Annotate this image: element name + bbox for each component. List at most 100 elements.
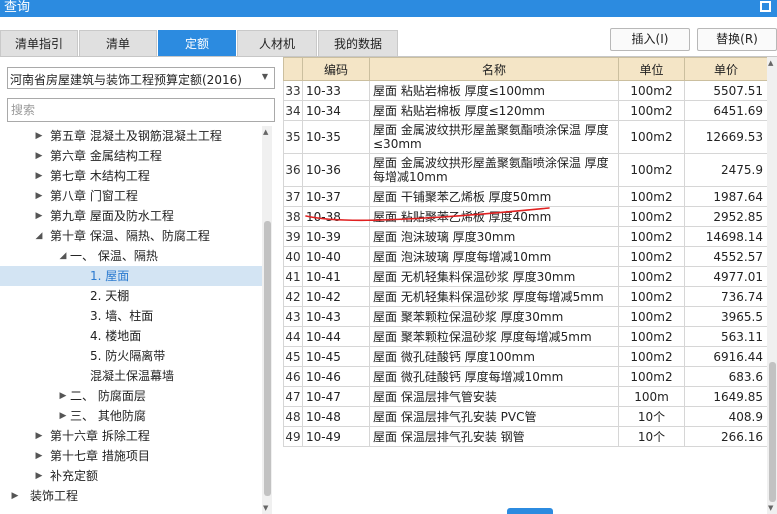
scroll-up-icon[interactable]: ▲ [263,127,268,137]
table-row[interactable]: 47 10-47 屋面 保温层排气管安装 100m 1649.85 [283,386,768,407]
tree-node-label: 一、 保温、隔热 [70,249,158,263]
expand-caret-icon[interactable]: ▶ [34,446,44,466]
name-cell: 屋面 保温层排气孔安装 PVC管 [369,406,619,427]
tree-node-label: 混凝土保温幕墙 [90,369,175,383]
table-row[interactable]: 45 10-45 屋面 微孔硅酸钙 厚度100mm 100m2 6916.44 [283,346,768,367]
tree-node[interactable]: ▶ 第十七章 措施项目 [0,446,262,466]
unit-cell: 100m2 [618,286,685,307]
tree-node[interactable]: 2. 天棚 [0,286,262,306]
table-row[interactable]: 38 10-38 屋面 粘贴聚苯乙烯板 厚度40mm 100m2 2952.85 [283,206,768,227]
tab-bill-guide[interactable]: 清单指引 [0,30,78,56]
replace-button[interactable]: 替换(R) [697,28,777,51]
tab-bill[interactable]: 清单 [79,30,157,56]
code-cell: 10-46 [302,366,370,387]
scroll-up-icon[interactable]: ▲ [768,58,773,68]
tree-node[interactable]: 混凝土保温幕墙 [0,366,262,386]
tab-labor-material-machine[interactable]: 人材机 [237,30,317,56]
tree-node[interactable]: ▶ 补充定额 [0,466,262,486]
tree-node[interactable]: 4. 楼地面 [0,326,262,346]
collapse-caret-icon[interactable]: ◢ [58,246,68,266]
name-cell: 屋面 干铺聚苯乙烯板 厚度50mm [369,186,619,207]
search-input[interactable] [8,99,274,121]
quota-library-select[interactable]: 河南省房屋建筑与装饰工程预算定额(2016) ▼ [7,67,275,89]
table-row[interactable]: 44 10-44 屋面 聚苯颗粒保温砂浆 厚度每增减5mm 100m2 563.11 [283,326,768,347]
row-number: 46 [283,366,303,387]
table-row[interactable]: 35 10-35 屋面 金属波纹拱形屋盖聚氨酯喷涂保温 厚度≤30mm 100m2 12… [283,120,768,154]
name-cell: 屋面 聚苯颗粒保温砂浆 厚度30mm [369,306,619,327]
row-number: 48 [283,406,303,427]
tab-my-data[interactable]: 我的数据 [318,30,398,56]
expand-caret-icon[interactable]: ▶ [34,426,44,446]
column-header-code[interactable]: 编码 [302,57,370,81]
tree-node[interactable]: ▶ 三、 其他防腐 [0,406,262,426]
row-number: 43 [283,306,303,327]
column-header-name[interactable]: 名称 [369,57,619,81]
tree-node[interactable]: ▶ 第九章 屋面及防水工程 [0,206,262,226]
table-row[interactable]: 37 10-37 屋面 干铺聚苯乙烯板 厚度50mm 100m2 1987.64 [283,186,768,207]
table-row[interactable]: 34 10-34 屋面 粘贴岩棉板 厚度≤120mm 100m2 6451.69 [283,100,768,121]
table-scroll-thumb[interactable] [769,362,776,502]
tree-node[interactable]: ▶ 第八章 门窗工程 [0,186,262,206]
resize-grip[interactable] [507,508,553,514]
tree-node-label: 1. 屋面 [90,269,130,283]
table-scrollbar[interactable]: ▲ ▼ [767,57,777,514]
scroll-down-icon[interactable]: ▼ [768,503,773,513]
expand-caret-icon[interactable]: ▶ [58,406,68,426]
unit-cell: 100m2 [618,366,685,387]
price-cell: 4977.01 [684,266,768,287]
tree-node[interactable]: ◢ 一、 保温、隔热 [0,246,262,266]
window-close-icon[interactable] [760,1,771,12]
expand-caret-icon[interactable]: ▶ [34,466,44,486]
tree-node[interactable]: ▶ 二、 防腐面层 [0,386,262,406]
table-row[interactable]: 40 10-40 屋面 泡沫玻璃 厚度每增减10mm 100m2 4552.57 [283,246,768,267]
table-row[interactable]: 42 10-42 屋面 无机轻集料保温砂浆 厚度每增减5mm 100m2 736.74 [283,286,768,307]
tree-node[interactable]: ▶ 第十六章 拆除工程 [0,426,262,446]
unit-cell: 100m2 [618,246,685,267]
expand-caret-icon[interactable]: ▶ [10,486,20,506]
collapse-caret-icon[interactable]: ◢ [34,226,44,246]
unit-cell: 10个 [618,406,685,427]
tab-quota[interactable]: 定额 [158,30,236,56]
table-row[interactable]: 43 10-43 屋面 聚苯颗粒保温砂浆 厚度30mm 100m2 3965.5 [283,306,768,327]
unit-cell: 100m2 [618,326,685,347]
tree-node[interactable]: ◢ 第十章 保温、隔热、防腐工程 [0,226,262,246]
unit-cell: 100m2 [618,306,685,327]
expand-caret-icon[interactable]: ▶ [34,206,44,226]
expand-caret-icon[interactable]: ▶ [34,126,44,146]
tree-node[interactable]: ▶ 第五章 混凝土及钢筋混凝土工程 [0,126,262,146]
code-cell: 10-34 [302,100,370,121]
column-header-unit[interactable]: 单位 [618,57,685,81]
expand-caret-icon[interactable]: ▶ [34,186,44,206]
table-row[interactable]: 41 10-41 屋面 无机轻集料保温砂浆 厚度30mm 100m2 4977.01 [283,266,768,287]
scroll-down-icon[interactable]: ▼ [263,503,268,513]
tree-scrollbar[interactable]: ▲ ▼ [262,126,272,514]
name-cell: 屋面 无机轻集料保温砂浆 厚度30mm [369,266,619,287]
tree-node[interactable]: ▶ 第六章 金属结构工程 [0,146,262,166]
insert-button[interactable]: 插入(I) [610,28,690,51]
table-row[interactable]: 36 10-36 屋面 金属波纹拱形屋盖聚氨酯喷涂保温 厚度每增减10mm 100m2… [283,153,768,187]
chapter-tree: ▶ 第五章 混凝土及钢筋混凝土工程 ▶ 第六章 金属结构工程 ▶ 第七章 木结构工程 ▶ 第八… [0,126,262,514]
tree-node[interactable]: 1. 屋面 [0,266,262,286]
expand-caret-icon[interactable]: ▶ [58,386,68,406]
search-box[interactable] [7,98,275,122]
table-row[interactable]: 48 10-48 屋面 保温层排气孔安装 PVC管 10个 408.9 [283,406,768,427]
tree-node[interactable]: ▶ 装饰工程 [0,486,262,506]
tree-node[interactable]: ▶ 第七章 木结构工程 [0,166,262,186]
row-number: 36 [283,153,303,187]
table-row[interactable]: 49 10-49 屋面 保温层排气孔安装 钢管 10个 266.16 [283,426,768,447]
tree-node-label: 3. 墙、柱面 [90,309,154,323]
tree-node[interactable]: 3. 墙、柱面 [0,306,262,326]
unit-cell: 100m2 [618,206,685,227]
expand-caret-icon[interactable]: ▶ [34,166,44,186]
expand-caret-icon[interactable]: ▶ [34,146,44,166]
table-row[interactable]: 46 10-46 屋面 微孔硅酸钙 厚度每增减10mm 100m2 683.6 [283,366,768,387]
code-cell: 10-43 [302,306,370,327]
column-header-price[interactable]: 单价 [684,57,768,81]
table-row[interactable]: 33 10-33 屋面 粘贴岩棉板 厚度≤100mm 100m2 5507.51 [283,80,768,101]
unit-cell: 100m2 [618,186,685,207]
table-row[interactable]: 39 10-39 屋面 泡沫玻璃 厚度30mm 100m2 14698.14 [283,226,768,247]
tree-node[interactable]: 5. 防火隔离带 [0,346,262,366]
price-cell: 1987.64 [684,186,768,207]
tree-scroll-thumb[interactable] [264,221,271,496]
tab-bar: 清单指引 清单 定额 人材机 我的数据 [0,30,400,56]
